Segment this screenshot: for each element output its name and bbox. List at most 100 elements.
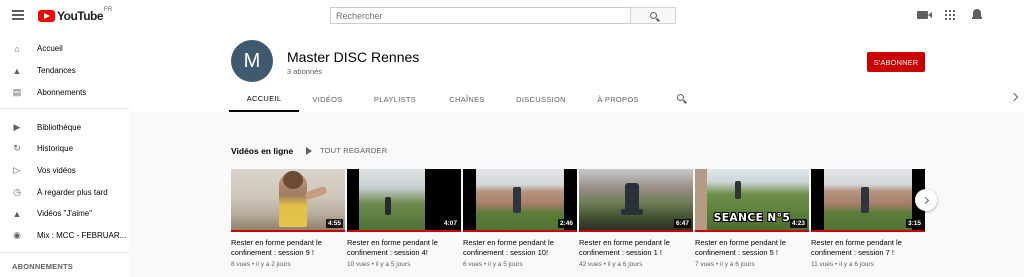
video-meta: 6 vues • il y a 5 jours bbox=[463, 261, 523, 268]
video-card[interactable]: 3:15 Rester en forme pendant le confinem… bbox=[811, 169, 925, 268]
watch-progress-bar bbox=[695, 230, 809, 232]
tab-videos[interactable]: VIDÉOS bbox=[299, 87, 356, 112]
your-videos-icon: ▷ bbox=[13, 165, 21, 175]
play-all-label: TOUT REGARDER bbox=[320, 146, 388, 155]
video-thumbnail[interactable]: 4:07 bbox=[347, 169, 461, 232]
mix-icon: ◉ bbox=[13, 230, 21, 240]
subscribe-button[interactable]: S'ABONNER bbox=[867, 52, 925, 72]
channel-header: M Master DISC Rennes 3 abonnés S'ABONNER… bbox=[129, 32, 1024, 112]
search-button[interactable] bbox=[630, 7, 676, 24]
video-title[interactable]: Rester en forme pendant le confinement :… bbox=[811, 238, 925, 258]
create-video-icon[interactable] bbox=[917, 10, 932, 19]
tab-chaines[interactable]: CHAÎNES bbox=[434, 87, 500, 112]
video-duration: 2:46 bbox=[557, 219, 575, 228]
sidebar-item-label: Vos vidéos bbox=[37, 166, 76, 175]
watch-progress-bar bbox=[579, 230, 693, 232]
masthead: YouTube FR bbox=[0, 0, 1024, 32]
sidebar-item-label: Tendances bbox=[37, 66, 76, 75]
sidebar-item-label: Bibliothèque bbox=[37, 123, 82, 132]
sidebar-item-label: À regarder plus tard bbox=[37, 188, 108, 197]
apps-icon[interactable] bbox=[945, 9, 955, 20]
sidebar-item-tendances[interactable]: ▲ Tendances bbox=[0, 60, 129, 81]
channel-tabs: ACCUEIL VIDÉOS PLAYLISTS CHAÎNES DISCUSS… bbox=[229, 87, 654, 112]
youtube-play-icon bbox=[38, 10, 55, 22]
tab-discussion[interactable]: DISCUSSION bbox=[500, 87, 582, 112]
channel-avatar[interactable]: M bbox=[231, 40, 273, 82]
video-thumbnail[interactable]: 2:46 bbox=[463, 169, 577, 232]
logo-text: YouTube bbox=[57, 9, 104, 23]
sidebar-item-mix[interactable]: ◉ Mix : MCC - FEBRUAR... bbox=[0, 225, 129, 246]
video-meta: 8 vues • il y a 2 jours bbox=[231, 261, 291, 268]
sidebar-item-historique[interactable]: ↻ Historique bbox=[0, 138, 129, 159]
video-card[interactable]: 4:55 Rester en forme pendant le confinem… bbox=[231, 169, 345, 268]
subscriber-count: 3 abonnés bbox=[287, 67, 323, 76]
menu-icon[interactable] bbox=[12, 10, 24, 20]
search-input[interactable] bbox=[330, 7, 630, 24]
logo-country: FR bbox=[104, 7, 113, 13]
search-bar bbox=[330, 7, 676, 24]
top-icons bbox=[917, 9, 982, 20]
tab-playlists[interactable]: PLAYLISTS bbox=[356, 87, 434, 112]
channel-search-button[interactable] bbox=[677, 94, 684, 101]
sidebar-item-label: Abonnements bbox=[37, 88, 87, 97]
sidebar-item-abonnements[interactable]: ▤ Abonnements bbox=[0, 82, 129, 103]
video-meta: 7 vues • il y a 6 jours bbox=[695, 261, 755, 268]
video-meta: 42 vues • il y a 6 jours bbox=[579, 261, 643, 268]
chevron-right-icon bbox=[921, 196, 929, 204]
sidebar-divider bbox=[0, 252, 129, 253]
video-duration: 4:07 bbox=[441, 219, 459, 228]
sidebar-item-label: Historique bbox=[37, 144, 74, 153]
sidebar-divider bbox=[0, 108, 129, 109]
watch-later-icon: ◷ bbox=[13, 187, 21, 197]
sidebar-item-label: Accueil bbox=[37, 44, 63, 53]
video-meta: 10 vues • il y a 5 jours bbox=[347, 261, 411, 268]
play-icon bbox=[306, 146, 312, 155]
watch-progress-bar bbox=[231, 230, 345, 232]
video-title[interactable]: Rester en forme pendant le confinement :… bbox=[347, 238, 461, 258]
sidebar-item-label: Vidéos "J'aime" bbox=[37, 209, 93, 218]
watch-progress-bar bbox=[811, 230, 925, 232]
video-thumbnail[interactable]: 4:55 bbox=[231, 169, 345, 232]
video-thumbnail[interactable]: SEANCE N°5 4:23 bbox=[695, 169, 809, 232]
youtube-logo[interactable]: YouTube FR bbox=[38, 7, 113, 23]
video-card[interactable]: 2:46 Rester en forme pendant le confinem… bbox=[463, 169, 577, 268]
video-card[interactable]: 6:47 Rester en forme pendant le confinem… bbox=[579, 169, 693, 268]
home-icon: ⌂ bbox=[14, 43, 20, 54]
video-duration: 4:55 bbox=[325, 219, 343, 228]
channel-title: Master DISC Rennes bbox=[287, 49, 420, 65]
video-thumbnail[interactable]: 3:15 bbox=[811, 169, 925, 232]
thumbs-up-icon: ▲ bbox=[12, 208, 22, 219]
video-title[interactable]: Rester en forme pendant le confinement :… bbox=[463, 238, 577, 258]
sidebar-item-bibliotheque[interactable]: ▶ Bibliothèque bbox=[0, 117, 129, 138]
notifications-icon[interactable] bbox=[972, 9, 982, 20]
search-icon bbox=[649, 12, 657, 19]
video-thumbnail[interactable]: 6:47 bbox=[579, 169, 693, 232]
chevron-right-icon[interactable] bbox=[1009, 92, 1019, 102]
video-title[interactable]: Rester en forme pendant le confinement :… bbox=[579, 238, 693, 258]
sidebar: ⌂ Accueil ▲ Tendances ▤ Abonnements ▶ Bi… bbox=[0, 32, 129, 277]
video-duration: 6:47 bbox=[673, 219, 691, 228]
video-card[interactable]: 4:07 Rester en forme pendant le confinem… bbox=[347, 169, 461, 268]
watch-progress-bar bbox=[463, 230, 577, 232]
tab-a-propos[interactable]: À PROPOS bbox=[582, 87, 654, 112]
sidebar-item-videos-jaime[interactable]: ▲ Vidéos "J'aime" bbox=[0, 203, 129, 224]
library-icon: ▶ bbox=[13, 122, 21, 132]
tab-accueil[interactable]: ACCUEIL bbox=[229, 87, 299, 112]
video-card[interactable]: SEANCE N°5 4:23 Rester en forme pendant … bbox=[695, 169, 809, 268]
shelf-next-button[interactable] bbox=[915, 189, 937, 211]
play-all-button[interactable]: TOUT REGARDER bbox=[306, 146, 387, 155]
sidebar-item-vos-videos[interactable]: ▷ Vos vidéos bbox=[0, 160, 129, 181]
sidebar-item-label: Mix : MCC - FEBRUAR... bbox=[37, 231, 127, 240]
video-duration: 3:15 bbox=[905, 219, 923, 228]
sidebar-item-a-regarder[interactable]: ◷ À regarder plus tard bbox=[0, 182, 129, 203]
shelf-title[interactable]: Vidéos en ligne bbox=[231, 146, 293, 156]
history-icon: ↻ bbox=[13, 143, 21, 153]
search-icon bbox=[677, 94, 684, 101]
video-duration: 4:23 bbox=[789, 219, 807, 228]
subscriptions-icon: ▤ bbox=[12, 87, 22, 97]
video-title[interactable]: Rester en forme pendant le confinement :… bbox=[695, 238, 809, 258]
sidebar-item-accueil[interactable]: ⌂ Accueil bbox=[0, 38, 129, 59]
video-meta: 11 vues • il y a 6 jours bbox=[811, 261, 874, 268]
flame-icon: ▲ bbox=[12, 65, 22, 76]
video-title[interactable]: Rester en forme pendant le confinement :… bbox=[231, 238, 345, 258]
